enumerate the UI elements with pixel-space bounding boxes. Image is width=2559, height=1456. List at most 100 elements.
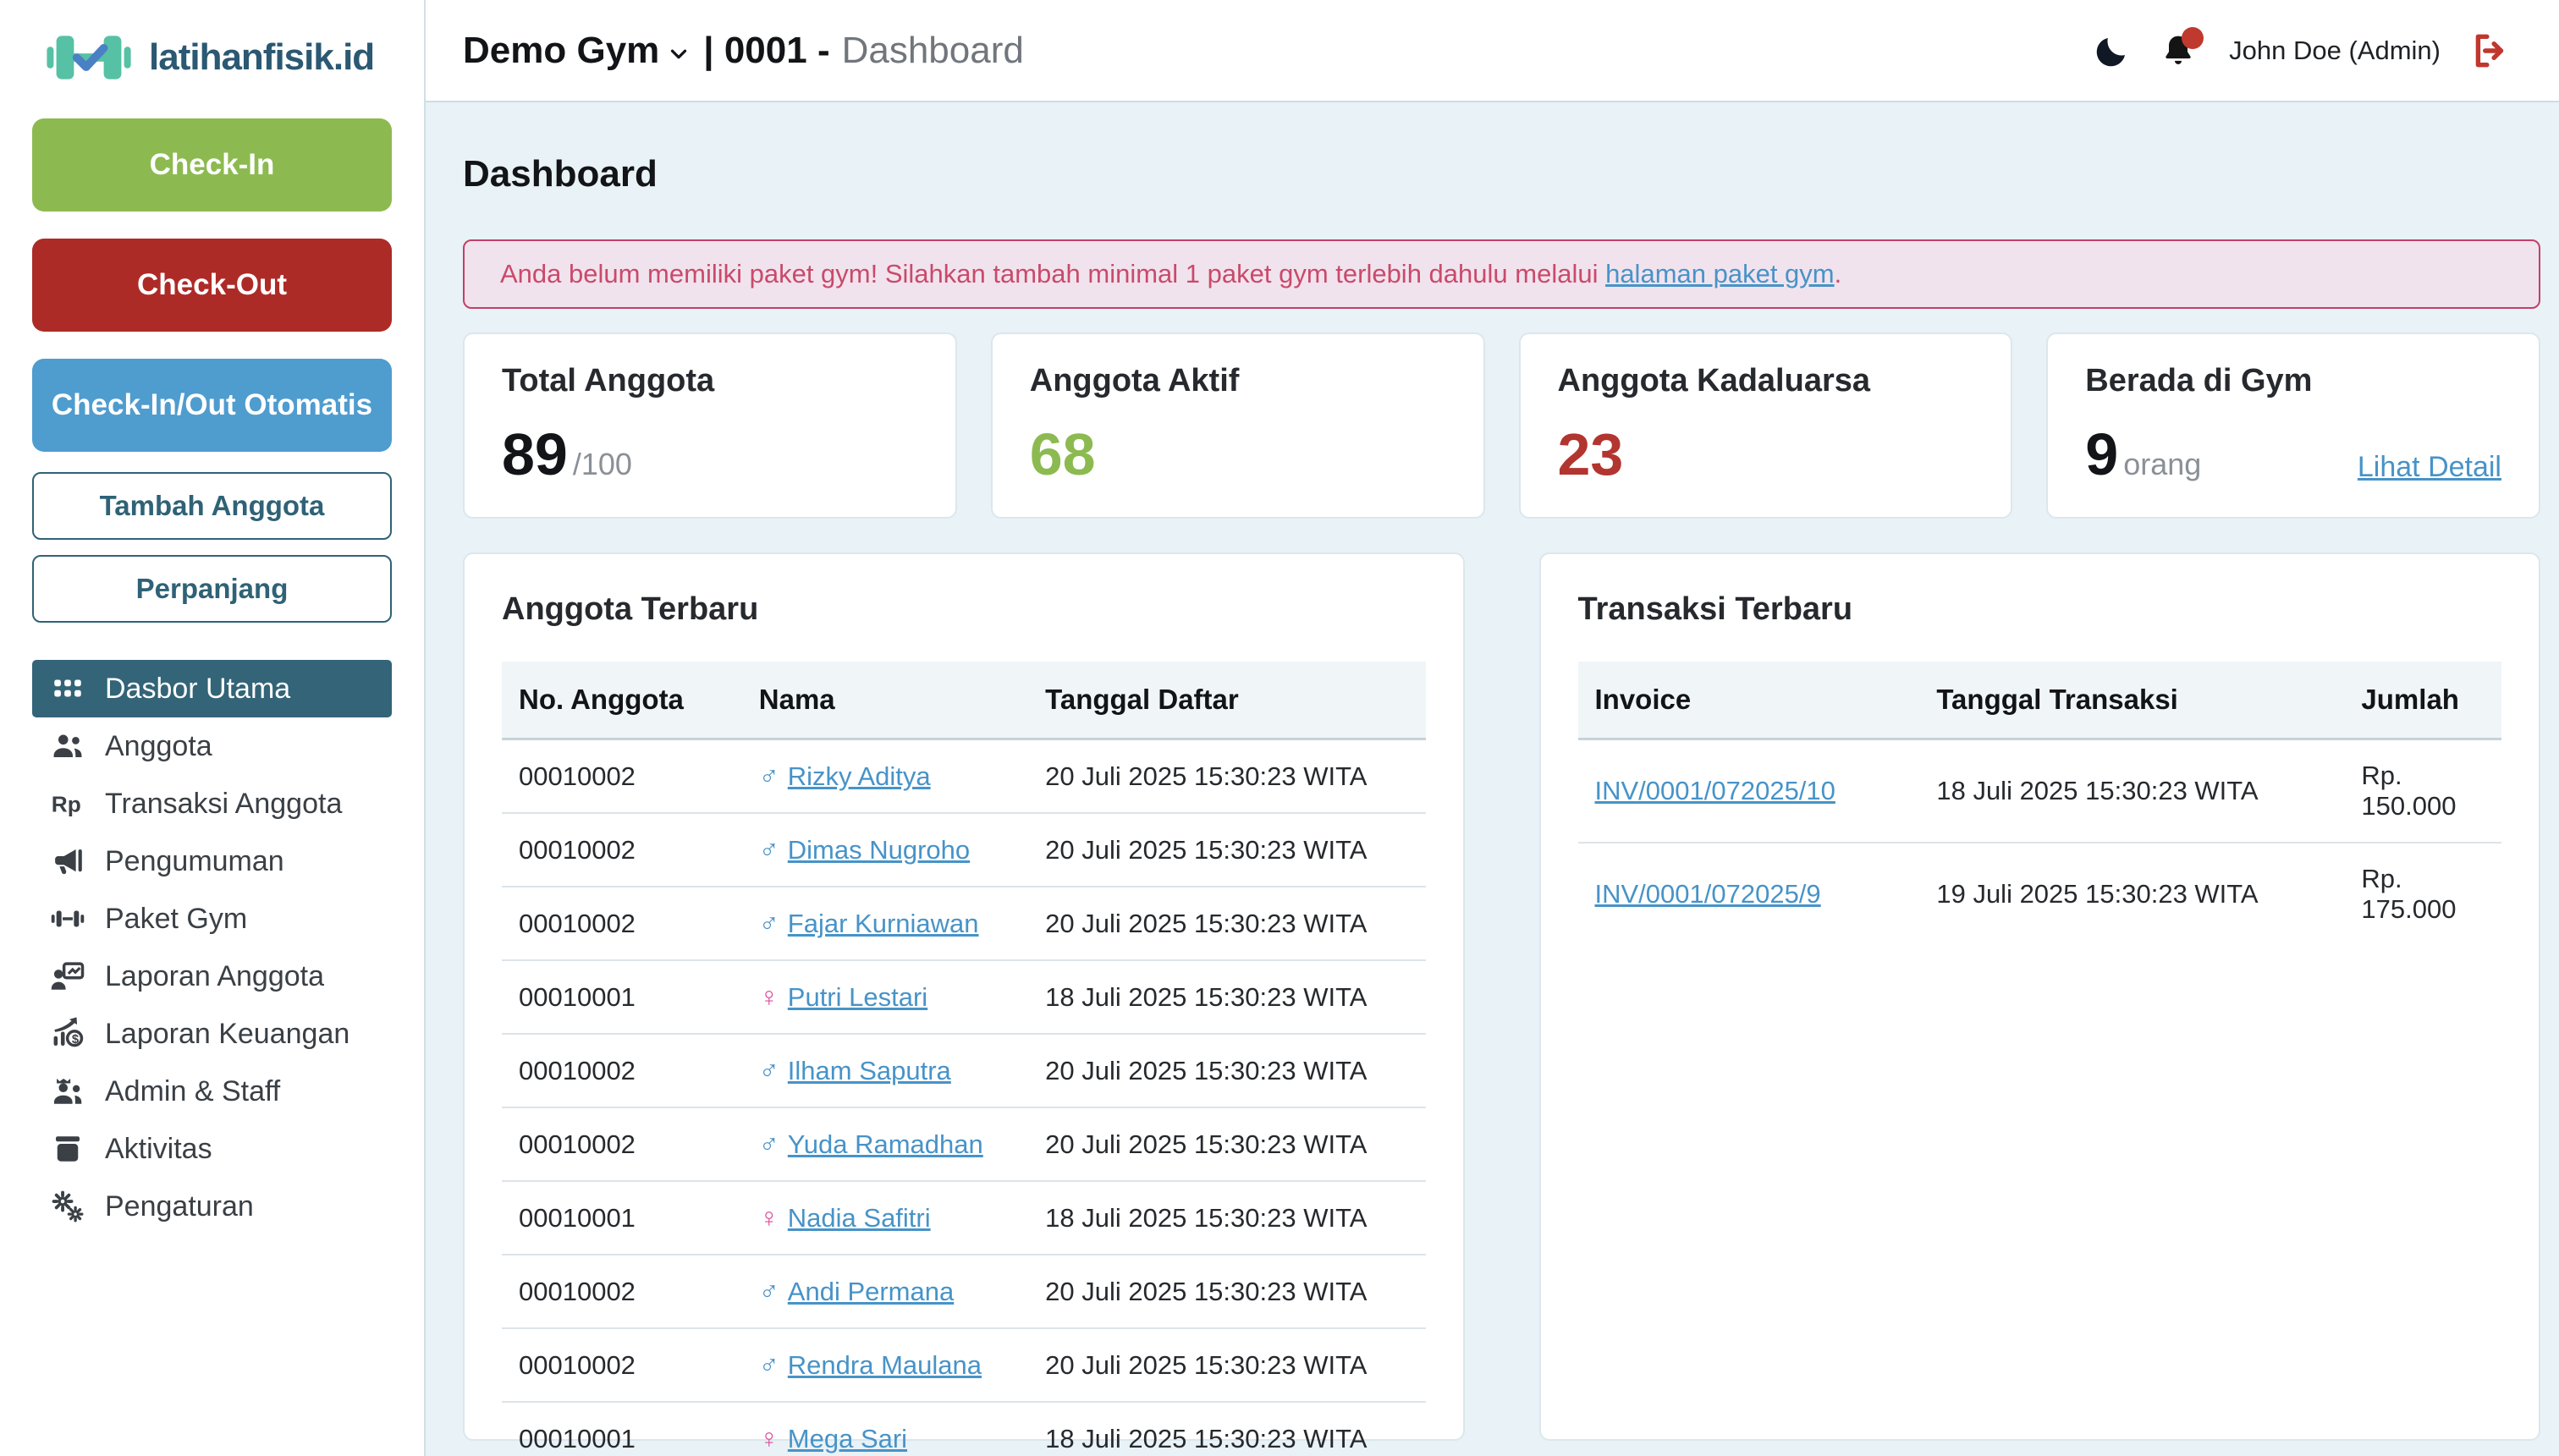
stat-card-total-anggota: Total Anggota89/100: [463, 332, 957, 519]
transaction-date: 19 Juli 2025 15:30:23 WITA: [1919, 843, 2344, 945]
member-date: 20 Juli 2025 15:30:23 WITA: [1028, 1107, 1425, 1181]
member-name-link[interactable]: Nadia Safitri: [788, 1203, 931, 1233]
sidebar-actions: Check-In Check-Out Check-In/Out Otomatis Ta…: [32, 118, 392, 638]
gym-selector[interactable]: Demo Gym: [463, 30, 691, 72]
moon-icon: [2094, 32, 2131, 69]
male-icon: ♂: [759, 834, 779, 865]
sidebar-item-transaksi-anggota[interactable]: RpTransaksi Anggota: [32, 775, 392, 832]
stat-title: Total Anggota: [502, 363, 918, 399]
member-date: 18 Juli 2025 15:30:23 WITA: [1028, 1181, 1425, 1255]
sidebar: latihanfisik.id Check-InCheck-OutCheck-I…: [0, 0, 426, 1456]
stat-cards: Total Anggota89/100Anggota Aktif68Anggot…: [463, 332, 2540, 519]
member-no: 00010001: [502, 960, 742, 1034]
sidebar-item-admin-staff[interactable]: Admin & Staff: [32, 1063, 392, 1120]
sidebar-item-pengaturan[interactable]: Pengaturan: [32, 1178, 392, 1235]
member-name-link[interactable]: Yuda Ramadhan: [788, 1129, 983, 1159]
transaction-amount: Rp. 150.000: [2344, 739, 2501, 843]
sidebar-item-pengumuman[interactable]: Pengumuman: [32, 832, 392, 890]
sidebar-item-laporan-keuangan[interactable]: $ Laporan Keuangan: [32, 1005, 392, 1063]
no-package-alert: Anda belum memiliki paket gym! Silahkan …: [463, 239, 2540, 309]
users-icon: [49, 728, 86, 765]
stat-card-anggota-aktif: Anggota Aktif68: [991, 332, 1485, 519]
alert-text: Anda belum memiliki paket gym! Silahkan …: [500, 259, 1841, 289]
stat-value: 68: [1030, 425, 1096, 484]
members-table: No. Anggota Nama Tanggal Daftar 00010002…: [502, 662, 1426, 1456]
action-button-perpanjang[interactable]: Perpanjang: [32, 555, 392, 623]
member-row: 00010001♀Mega Sari18 Juli 2025 15:30:23 …: [502, 1402, 1426, 1456]
member-date: 18 Juli 2025 15:30:23 WITA: [1028, 1402, 1425, 1456]
sidebar-item-label: Transaksi Anggota: [105, 788, 342, 821]
sidebar-item-aktivitas[interactable]: Aktivitas: [32, 1120, 392, 1178]
action-button-check-in[interactable]: Check-In: [32, 118, 392, 212]
member-name-link[interactable]: Rizky Aditya: [788, 761, 931, 791]
settings-icon: [49, 1188, 86, 1225]
sidebar-item-laporan-anggota[interactable]: Laporan Anggota: [32, 948, 392, 1005]
logout-button[interactable]: [2469, 30, 2512, 72]
member-name-link[interactable]: Andi Permana: [788, 1277, 954, 1306]
col-nama: Nama: [742, 662, 1028, 739]
transaction-row: INV/0001/072025/10 18 Juli 2025 15:30:23 …: [1578, 739, 2502, 843]
male-icon: ♂: [759, 1055, 779, 1085]
action-button-tambah-anggota[interactable]: Tambah Anggota: [32, 472, 392, 540]
member-no: 00010002: [502, 1034, 742, 1107]
member-date: 20 Juli 2025 15:30:23 WITA: [1028, 813, 1425, 887]
gym-name-label: Demo Gym: [463, 30, 659, 72]
member-no: 00010002: [502, 1328, 742, 1402]
page-title: Dashboard: [463, 153, 2540, 195]
dumbbell-icon: [49, 900, 86, 937]
sidebar-item-label: Admin & Staff: [105, 1075, 280, 1108]
transactions-card: Transaksi Terbaru Invoice Tanggal Transa…: [1539, 552, 2541, 1441]
action-button-check-out[interactable]: Check-Out: [32, 239, 392, 332]
stat-title: Berada di Gym: [2085, 363, 2501, 399]
paket-gym-link[interactable]: halaman paket gym: [1605, 259, 1835, 288]
members-card-title: Anggota Terbaru: [502, 591, 1426, 628]
male-icon: ♂: [759, 761, 779, 791]
member-row: 00010002♂Fajar Kurniawan20 Juli 2025 15:…: [502, 887, 1426, 960]
member-name-link[interactable]: Rendra Maulana: [788, 1350, 982, 1380]
lihat-detail-link[interactable]: Lihat Detail: [2358, 451, 2501, 484]
sidebar-item-dasbor-utama[interactable]: Dasbor Utama: [32, 660, 392, 717]
chevron-down-icon: [666, 41, 691, 67]
member-row: 00010001♀Nadia Safitri18 Juli 2025 15:30…: [502, 1181, 1426, 1255]
member-date: 20 Juli 2025 15:30:23 WITA: [1028, 739, 1425, 814]
sidebar-menu: Dasbor UtamaAnggotaRpTransaksi AnggotaPe…: [32, 660, 392, 1235]
sidebar-item-label: Dasbor Utama: [105, 673, 290, 706]
member-name-cell: ♂Rendra Maulana: [742, 1328, 1028, 1402]
user-name: John Doe (Admin): [2229, 36, 2441, 66]
member-date: 18 Juli 2025 15:30:23 WITA: [1028, 960, 1425, 1034]
action-button-check-in-out-otomatis[interactable]: Check-In/Out Otomatis: [32, 359, 392, 452]
finance-report-icon: $: [49, 1015, 86, 1052]
col-tanggal-daftar: Tanggal Daftar: [1028, 662, 1425, 739]
member-name-cell: ♂ Rizky Aditya: [742, 739, 1028, 814]
member-no: 00010002: [502, 1255, 742, 1328]
grid-icon: [49, 670, 86, 707]
stat-suffix: /100: [573, 447, 632, 482]
female-icon: ♀: [759, 1202, 779, 1233]
user-group: John Doe (Admin): [2094, 30, 2512, 72]
member-no: 00010001: [502, 1402, 742, 1456]
member-name-cell: ♀Putri Lestari: [742, 960, 1028, 1034]
transactions-card-title: Transaksi Terbaru: [1578, 591, 2502, 628]
sidebar-item-label: Anggota: [105, 730, 212, 763]
notifications-button[interactable]: [2160, 32, 2197, 69]
sidebar-item-paket-gym[interactable]: Paket Gym: [32, 890, 392, 948]
tables-row: Anggota Terbaru No. Anggota Nama Tanggal…: [463, 552, 2540, 1441]
member-report-icon: [49, 958, 86, 995]
sidebar-item-anggota[interactable]: Anggota: [32, 717, 392, 775]
male-icon: ♂: [759, 908, 779, 938]
member-row: 00010002♂Rendra Maulana20 Juli 2025 15:3…: [502, 1328, 1426, 1402]
activity-icon: [49, 1130, 86, 1168]
member-name-cell: ♂ Dimas Nugroho: [742, 813, 1028, 887]
member-name-link[interactable]: Putri Lestari: [788, 982, 927, 1012]
member-row: 00010002♂Dimas Nugroho20 Juli 2025 15:30…: [502, 813, 1426, 887]
transaction-date: 18 Juli 2025 15:30:23 WITA: [1919, 739, 2344, 843]
member-name-link[interactable]: Mega Sari: [788, 1424, 907, 1453]
invoice-link[interactable]: INV/0001/072025/9: [1595, 879, 1821, 909]
transaction-amount: Rp. 175.000: [2344, 843, 2501, 945]
member-name-link[interactable]: Dimas Nugroho: [788, 835, 970, 865]
invoice-link[interactable]: INV/0001/072025/10: [1595, 776, 1835, 805]
member-name-link[interactable]: Fajar Kurniawan: [788, 909, 979, 938]
dark-mode-toggle[interactable]: [2094, 32, 2131, 69]
sidebar-item-label: Laporan Keuangan: [105, 1018, 349, 1051]
member-name-link[interactable]: Ilham Saputra: [788, 1056, 951, 1085]
